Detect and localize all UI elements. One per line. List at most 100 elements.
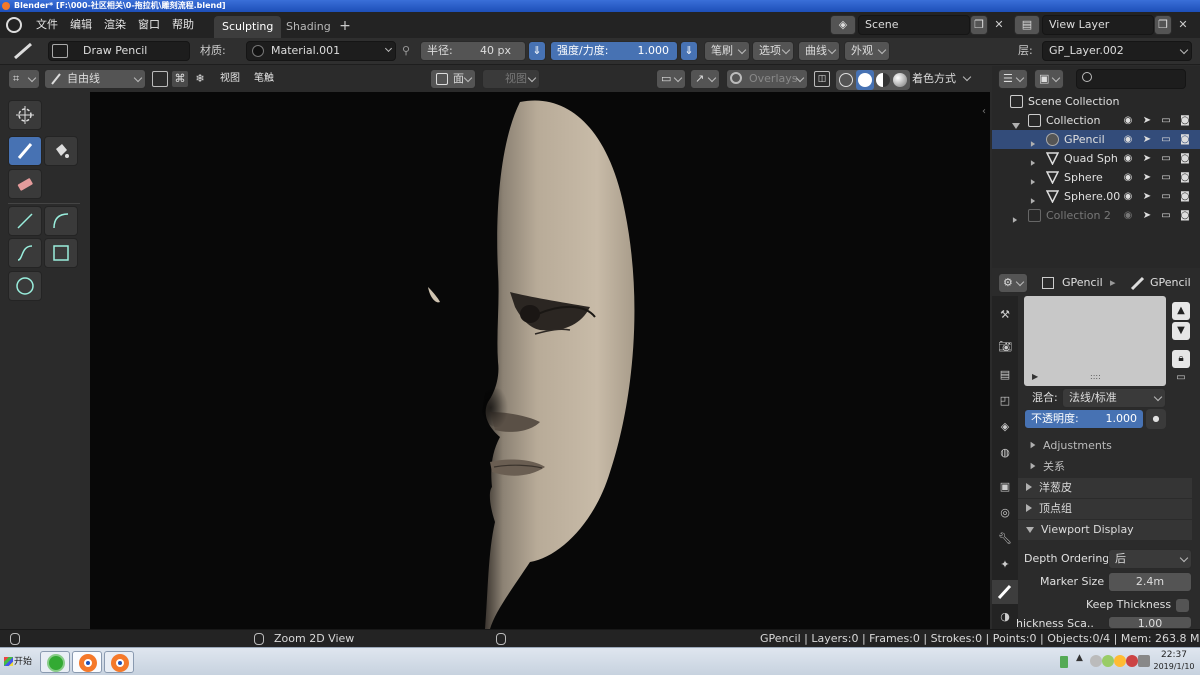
- outliner-row[interactable]: Sphere.00 ◉ ➤ ▭ ◙: [992, 187, 1200, 206]
- taskbar-app-ie[interactable]: [40, 651, 70, 673]
- menu-render[interactable]: 渲染: [98, 12, 132, 38]
- world-tab-icon[interactable]: ◍: [996, 444, 1014, 462]
- blender-menu-icon[interactable]: [6, 17, 22, 33]
- tray-volume-icon[interactable]: [1138, 655, 1150, 667]
- curve-dropdown[interactable]: 曲线: [798, 41, 840, 61]
- eye-icon[interactable]: ◉: [1120, 168, 1136, 187]
- options-dropdown[interactable]: 选项: [752, 41, 794, 61]
- taskbar-app-blender[interactable]: [104, 651, 134, 673]
- monitor-icon[interactable]: ▭: [1172, 372, 1190, 386]
- camera-icon[interactable]: ◙: [1177, 206, 1193, 225]
- display-mode-dropdown[interactable]: ▣: [1034, 69, 1064, 89]
- eye-icon[interactable]: ◉: [1120, 187, 1136, 206]
- camera-icon[interactable]: ◙: [1177, 168, 1193, 187]
- render-tab-icon[interactable]: 📷︎: [996, 338, 1014, 356]
- view-layer-field[interactable]: View Layer: [1042, 15, 1154, 35]
- brush-dropdown[interactable]: 笔刷: [704, 41, 750, 61]
- taskbar-app-blender-active[interactable]: [72, 651, 102, 673]
- monitor-icon[interactable]: ▭: [1158, 206, 1174, 225]
- copy-view-layer-icon[interactable]: ❐: [1154, 15, 1172, 35]
- xray-icon[interactable]: ◫: [814, 71, 830, 87]
- battery-icon[interactable]: [1060, 656, 1068, 668]
- eye-icon[interactable]: ◉: [1120, 130, 1136, 149]
- eye-icon[interactable]: ◉: [1120, 149, 1136, 168]
- object-type-visibility-dropdown[interactable]: ▭: [656, 69, 686, 89]
- 3d-viewport[interactable]: ‹: [90, 92, 990, 629]
- fill-tool-button[interactable]: [44, 136, 78, 166]
- eye-icon[interactable]: ◉: [1120, 111, 1136, 130]
- copy-scene-icon[interactable]: ❐: [970, 15, 988, 35]
- tray-app-icon[interactable]: [1090, 655, 1102, 667]
- editor-type-dropdown[interactable]: ⌗: [8, 69, 40, 89]
- multiframe-icon[interactable]: ⌘: [172, 71, 188, 87]
- move-layer-down-button[interactable]: ▼: [1172, 322, 1190, 340]
- tray-qq-icon[interactable]: [1114, 655, 1126, 667]
- tray-security-icon[interactable]: [1126, 655, 1138, 667]
- object-tab-icon[interactable]: ▣: [996, 478, 1014, 496]
- blend-mode-dropdown[interactable]: 法线/标准: [1062, 388, 1166, 408]
- camera-icon[interactable]: ◙: [1177, 111, 1193, 130]
- effects-tab-icon[interactable]: ✦: [996, 556, 1014, 574]
- monitor-icon[interactable]: ▭: [1158, 187, 1174, 206]
- tool-name-field[interactable]: Draw Pencil: [48, 41, 190, 61]
- camera-icon[interactable]: ◙: [1177, 130, 1193, 149]
- select-arrow-icon[interactable]: ➤: [1139, 149, 1155, 168]
- select-arrow-icon[interactable]: ➤: [1139, 130, 1155, 149]
- view-layer-tab-icon[interactable]: ◰: [996, 392, 1014, 410]
- props-editor-type-dropdown[interactable]: ⚙: [998, 273, 1028, 293]
- view-layer-icon[interactable]: ▤: [1014, 15, 1040, 35]
- move-layer-up-button[interactable]: ▲: [1172, 302, 1190, 320]
- tool-tab-icon[interactable]: ⚒: [996, 306, 1014, 324]
- rendered-shading-icon[interactable]: [893, 73, 907, 87]
- depth-ordering-dropdown[interactable]: 后: [1108, 549, 1192, 569]
- strength-field[interactable]: 强度/力度: 1.000: [550, 41, 678, 61]
- radius-field[interactable]: 半径: 40 px: [420, 41, 526, 61]
- gizmo-dropdown[interactable]: ↗: [690, 69, 720, 89]
- menu-file[interactable]: 文件: [30, 12, 64, 38]
- circle-tool-button[interactable]: [8, 271, 42, 301]
- modifier-tab-icon[interactable]: ◎: [996, 504, 1014, 522]
- scene-field[interactable]: Scene: [858, 15, 970, 35]
- outliner-row[interactable]: Collection 2 ◉ ➤ ▭ ◙: [992, 206, 1200, 225]
- shading-dropdown[interactable]: 着色方式: [912, 69, 974, 89]
- arc-tool-button[interactable]: [44, 206, 78, 236]
- layer-dropdown[interactable]: GP_Layer.002: [1042, 41, 1192, 61]
- outliner-row[interactable]: Collection ◉ ➤ ▭ ◙: [992, 111, 1200, 130]
- camera-icon[interactable]: ◙: [1177, 149, 1193, 168]
- marker-size-field[interactable]: 2.4m: [1108, 572, 1192, 592]
- scene-tab-icon[interactable]: ◈: [996, 418, 1014, 436]
- relations-section[interactable]: 关系: [1024, 457, 1192, 477]
- curve-tool-button[interactable]: [8, 238, 42, 268]
- radius-pressure-icon[interactable]: ⇓: [528, 41, 546, 61]
- material-tab-icon[interactable]: ◑: [996, 608, 1014, 626]
- select-arrow-icon[interactable]: ➤: [1139, 168, 1155, 187]
- view-dropdown[interactable]: 视图: [482, 69, 540, 89]
- line-tool-button[interactable]: [8, 206, 42, 236]
- close-scene-icon[interactable]: ✕: [990, 15, 1008, 35]
- close-view-layer-icon[interactable]: ✕: [1174, 15, 1192, 35]
- cursor-tool-button[interactable]: [8, 100, 42, 130]
- keep-thickness-checkbox[interactable]: [1176, 599, 1189, 612]
- outliner-row[interactable]: Sphere ◉ ➤ ▭ ◙: [992, 168, 1200, 187]
- pin-icon[interactable]: ⚲: [398, 41, 414, 61]
- vertex-groups-section[interactable]: 顶点组: [1018, 499, 1192, 519]
- select-arrow-icon[interactable]: ➤: [1139, 111, 1155, 130]
- start-button[interactable]: 开始: [2, 652, 36, 672]
- add-workspace-button[interactable]: +: [336, 17, 354, 35]
- monitor-icon[interactable]: ▭: [1158, 130, 1174, 149]
- monitor-icon[interactable]: ▭: [1158, 149, 1174, 168]
- gpencil-data-tab[interactable]: [992, 580, 1018, 604]
- opacity-slider[interactable]: 不透明度: 1.000: [1024, 409, 1144, 429]
- keyframe-dot-icon[interactable]: ●: [1146, 409, 1166, 429]
- onion-skin-section[interactable]: 洋葱皮: [1018, 478, 1192, 498]
- material-dropdown[interactable]: Material.001: [246, 41, 396, 61]
- outliner-row[interactable]: GPencil ◉ ➤ ▭ ◙: [992, 130, 1200, 149]
- menu-window[interactable]: 窗口: [132, 12, 166, 38]
- eye-icon[interactable]: ◉: [1120, 206, 1136, 225]
- outliner-editor-type-dropdown[interactable]: ☰: [998, 69, 1028, 89]
- select-box-icon[interactable]: [152, 71, 168, 87]
- camera-icon[interactable]: ◙: [1177, 187, 1193, 206]
- wireframe-shading-icon[interactable]: [839, 73, 853, 87]
- material-shading-icon[interactable]: [876, 73, 890, 87]
- snowflake-icon[interactable]: ❄: [192, 71, 208, 87]
